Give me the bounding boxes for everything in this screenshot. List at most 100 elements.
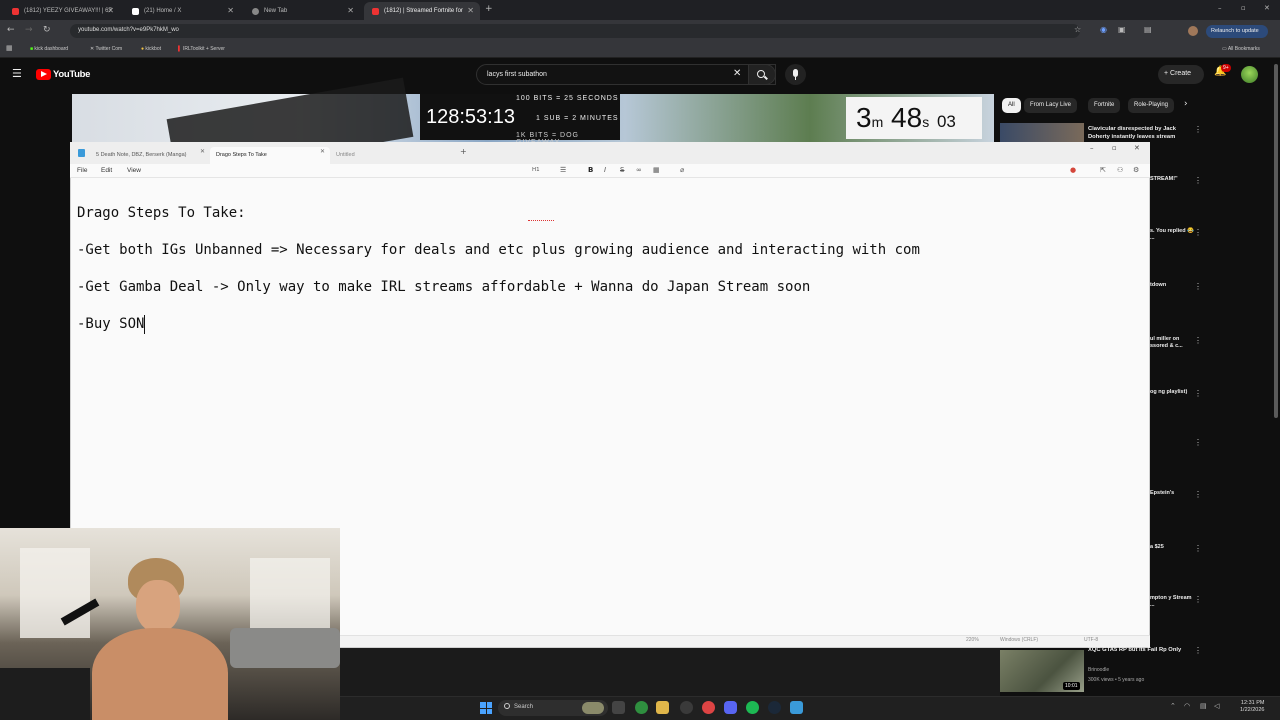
minimize-icon[interactable]: –	[1090, 144, 1094, 152]
rec-title[interactable]: og ng playlist)	[1150, 389, 1195, 396]
page-scrollbar[interactable]	[1274, 64, 1278, 418]
settings-gear-icon[interactable]: ⚙	[1133, 166, 1139, 174]
encoding[interactable]: UTF-8	[1084, 637, 1098, 643]
maximize-icon[interactable]: ▫	[1112, 144, 1117, 152]
spotify-icon[interactable]	[746, 701, 759, 714]
notepad-tab-2[interactable]: Drago Steps To Take	[210, 147, 330, 164]
volume-icon[interactable]: ◁	[1214, 702, 1219, 710]
rec-title[interactable]: ul miller on ssored & c...	[1150, 336, 1195, 350]
more-options-icon[interactable]: ⋮	[1194, 490, 1202, 499]
table-icon[interactable]: ▦	[653, 166, 660, 174]
menu-view[interactable]: View	[127, 167, 141, 174]
bookmark-kickbot[interactable]: ● kickbot	[141, 46, 161, 52]
more-options-icon[interactable]: ⋮	[1194, 176, 1202, 185]
browser-tab-1[interactable]: (1812) YEEZY GIVEAWAY!!! | 67 ✕	[4, 2, 120, 20]
close-icon[interactable]: ✕	[347, 6, 354, 15]
new-tab-icon[interactable]: +	[485, 4, 493, 14]
line-ending[interactable]: Windows (CRLF)	[1000, 637, 1038, 643]
rec-title[interactable]: tdown	[1150, 282, 1195, 289]
relaunch-button[interactable]: Relaunch to update	[1206, 25, 1268, 38]
steam-icon[interactable]	[768, 701, 781, 714]
browser-tab-3[interactable]: New Tab ✕	[244, 2, 360, 20]
window-close-icon[interactable]: ✕	[1134, 144, 1140, 152]
notepad-tab-1[interactable]: 5 Death Note, DBZ, Berserk (Manga)	[90, 147, 208, 164]
more-options-icon[interactable]: ⋮	[1194, 389, 1202, 398]
more-options-icon[interactable]: ⋮	[1194, 595, 1202, 604]
more-options-icon[interactable]: ⋮	[1194, 646, 1202, 655]
search-button[interactable]	[748, 64, 776, 85]
italic-icon[interactable]: I	[604, 166, 606, 174]
menu-file[interactable]: File	[77, 167, 87, 174]
task-view-icon[interactable]	[612, 701, 625, 714]
wifi-icon[interactable]: ◠	[1184, 702, 1190, 710]
menu-edit[interactable]: Edit	[101, 167, 112, 174]
browser-icon[interactable]	[702, 701, 715, 714]
create-button[interactable]: + Create	[1158, 65, 1204, 84]
heading-dropdown[interactable]: H1	[532, 167, 540, 173]
rec-title[interactable]: Clavicular disrespected by Jack Doherty …	[1088, 125, 1192, 141]
youtube-search-input[interactable]: lacys first subathon	[476, 64, 776, 85]
obs-icon[interactable]	[680, 701, 693, 714]
more-options-icon[interactable]: ⋮	[1194, 544, 1202, 553]
window-close-icon[interactable]: ✕	[1264, 4, 1270, 12]
new-tab-icon[interactable]: +	[460, 147, 467, 156]
close-icon[interactable]: ✕	[227, 6, 234, 15]
rec-channel[interactable]: Brinoodle	[1088, 667, 1109, 673]
bookmark-irltoolkit[interactable]: ▌ IRLToolkit + Server	[178, 46, 225, 52]
clear-search-icon[interactable]: ✕	[733, 68, 741, 79]
zoom-level[interactable]: 220%	[966, 637, 979, 643]
star-icon[interactable]: ☆	[1074, 25, 1081, 34]
chip-role-playing[interactable]: Role-Playing	[1128, 98, 1175, 113]
more-options-icon[interactable]: ⋮	[1194, 125, 1202, 134]
chip-from-lacy-live[interactable]: From Lacy Live	[1024, 98, 1078, 113]
clear-format-icon[interactable]: ⌀	[680, 166, 684, 174]
more-options-icon[interactable]: ⋮	[1194, 438, 1202, 447]
minimize-icon[interactable]: –	[1218, 4, 1222, 12]
chip-fortnite[interactable]: Fortnite	[1088, 98, 1121, 113]
bookmark-twitter[interactable]: ✕ Twitter Com	[90, 46, 122, 52]
reload-icon[interactable]: ↻	[43, 25, 51, 35]
bookmark-kick-dashboard[interactable]: ■ kick dashboard	[30, 46, 68, 52]
rec-title[interactable]: s. You replied 😂 ...	[1150, 228, 1195, 242]
file-explorer-icon[interactable]	[656, 701, 669, 714]
menu-icon[interactable]: ☰	[12, 67, 22, 80]
close-icon[interactable]: ✕	[467, 6, 474, 15]
tray-chevron-icon[interactable]: ⌃	[1170, 702, 1176, 710]
copilot-icon[interactable]: ●	[1070, 166, 1076, 174]
chip-all[interactable]: All	[1002, 98, 1021, 113]
system-clock[interactable]: 12:31 PM 1/22/2026	[1240, 700, 1264, 714]
more-options-icon[interactable]: ⋮	[1194, 282, 1202, 291]
network-icon[interactable]: ▤	[1200, 702, 1207, 710]
link-icon[interactable]: ∞	[636, 166, 642, 174]
chevron-right-icon[interactable]: ›	[1184, 99, 1188, 109]
rec-title[interactable]: mpton y Stream ...	[1150, 595, 1195, 609]
chrome-icon[interactable]	[635, 701, 648, 714]
rec-title[interactable]: Epstein's	[1150, 490, 1195, 497]
list-icon[interactable]: ☰	[560, 166, 566, 174]
close-icon[interactable]: ✕	[200, 148, 205, 155]
apps-grid-icon[interactable]: ▦	[6, 44, 13, 52]
notepad-taskbar-icon[interactable]	[790, 701, 803, 714]
notepad-tab-3[interactable]: Untitled	[330, 147, 450, 164]
maximize-icon[interactable]: ▫	[1241, 4, 1246, 12]
notepad-editor[interactable]: Drago Steps To Take: -Get both IGs Unban…	[77, 185, 1137, 334]
voice-search-icon[interactable]	[785, 64, 806, 85]
profile-avatar[interactable]	[1188, 26, 1198, 36]
youtube-logo-icon[interactable]	[36, 69, 51, 80]
bold-icon[interactable]: B	[588, 166, 593, 174]
more-options-icon[interactable]: ⋮	[1194, 228, 1202, 237]
rec-title[interactable]: STREAM!"	[1150, 176, 1195, 183]
extension-icon[interactable]: ◉	[1100, 25, 1107, 34]
close-icon[interactable]: ✕	[320, 148, 325, 155]
close-icon[interactable]: ✕	[107, 6, 114, 15]
sidepanel-icon[interactable]: ▤	[1144, 25, 1152, 34]
rec-thumbnail[interactable]	[1000, 123, 1084, 143]
browser-tab-4[interactable]: (1812) | Streamed Fortnite for ✕	[364, 2, 480, 20]
account-icon[interactable]: ⚇	[1117, 166, 1123, 174]
account-avatar[interactable]	[1241, 66, 1258, 83]
strikethrough-icon[interactable]: S	[620, 166, 624, 174]
discord-icon[interactable]	[724, 701, 737, 714]
youtube-logo-text[interactable]: YouTube	[53, 69, 90, 80]
start-icon[interactable]	[480, 702, 492, 714]
browser-tab-2[interactable]: (21) Home / X ✕	[124, 2, 240, 20]
